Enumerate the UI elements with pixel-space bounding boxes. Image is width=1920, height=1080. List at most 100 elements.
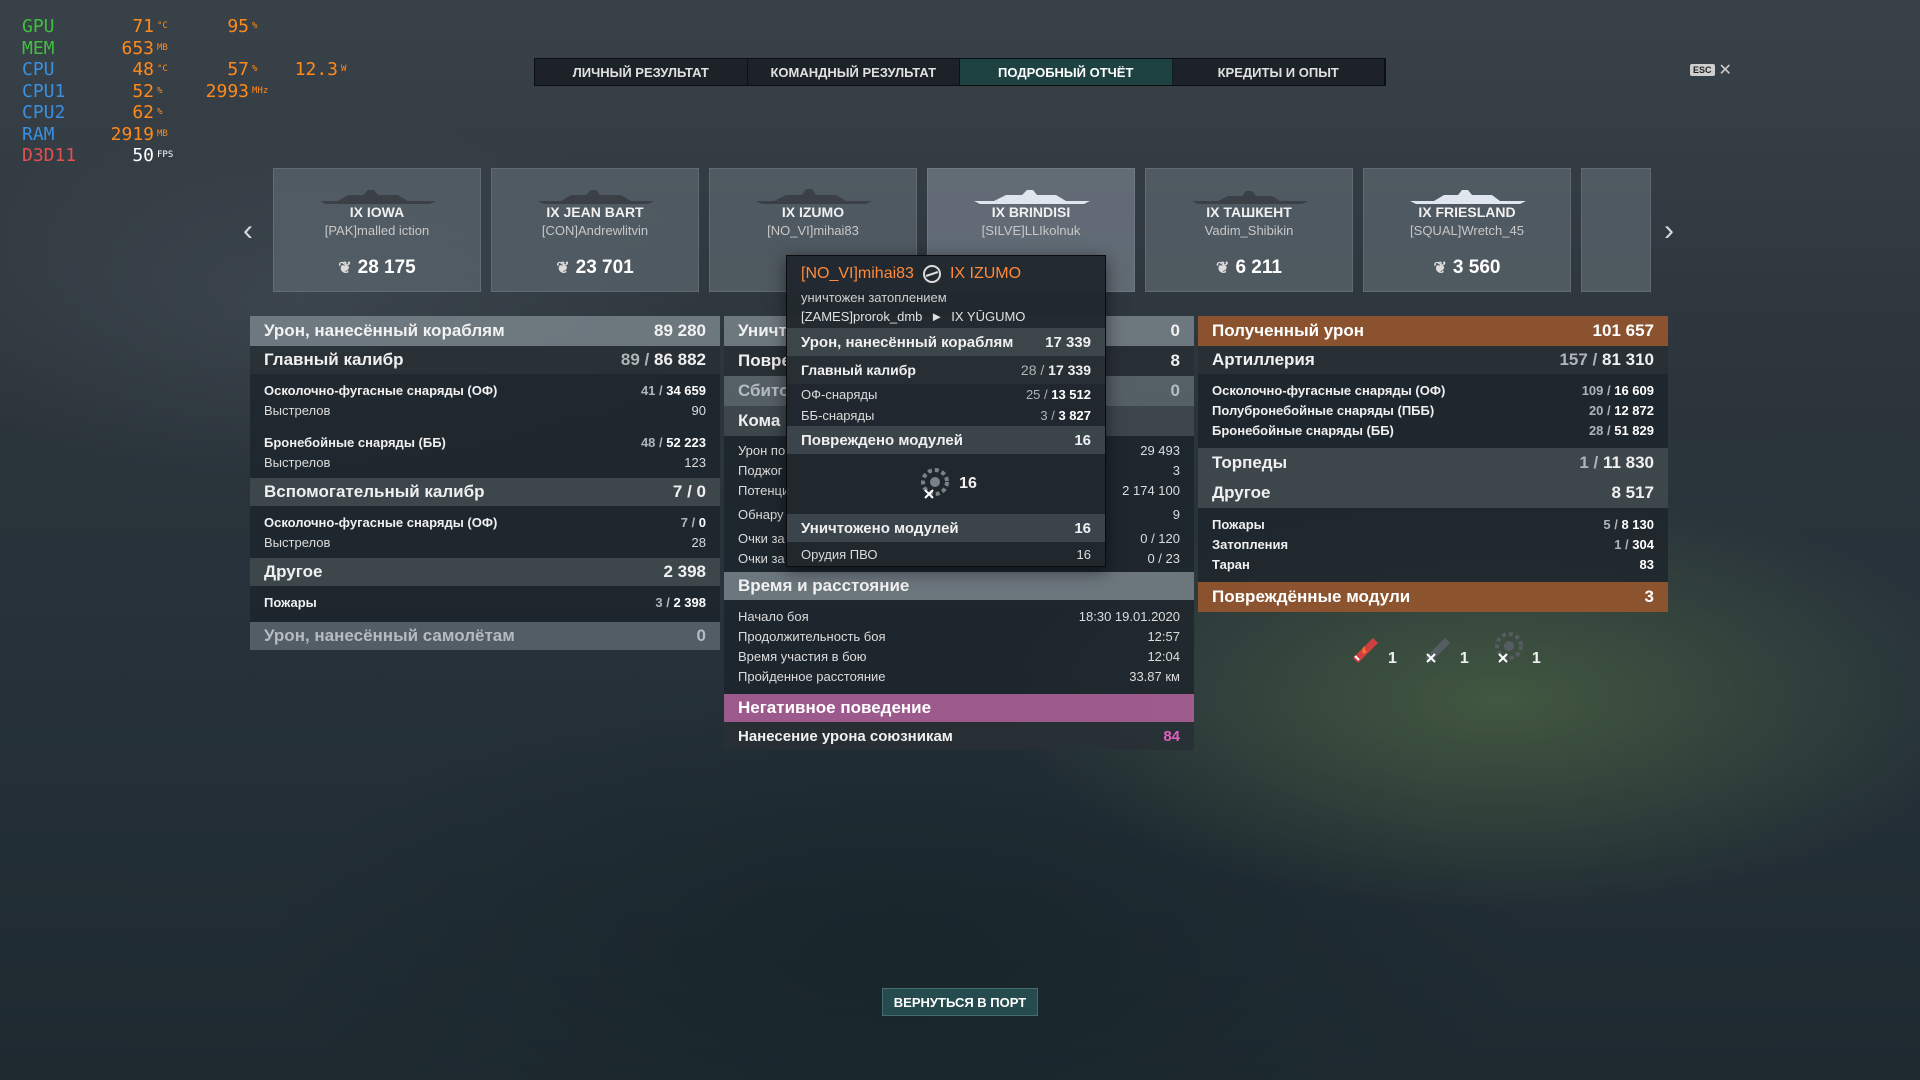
return-to-port-button[interactable]: ВЕРНУТЬСЯ В ПОРТ xyxy=(882,988,1038,1016)
osd-value: 95 xyxy=(227,16,249,37)
ship-card[interactable]: IX ТАШКЕНТ Vadim_Shibikin ❦ 6 211 xyxy=(1145,168,1353,292)
negative-behaviour-header: Негативное поведение xyxy=(724,694,1194,722)
osd-value: 52 xyxy=(132,80,154,102)
dealt-damage-panel: Урон, нанесённый кораблям 89 280 Главный … xyxy=(250,316,720,650)
stat-row: Осколочно-фугасные снаряды (ОФ) 7 / 0 xyxy=(250,512,720,532)
osd-unit: MB xyxy=(157,42,168,53)
ship-name: IX ТАШКЕНТ xyxy=(1206,204,1292,220)
stat-row: Пройденное расстояние 33.87 км xyxy=(724,666,1194,686)
ship-silhouette-icon xyxy=(756,189,872,204)
destroyer-class-icon: ► xyxy=(930,309,944,324)
osd-value: 50 xyxy=(132,145,154,166)
ship-score: 23 701 xyxy=(575,257,634,278)
tab-team-result[interactable]: КОМАНДНЫЙ РЕЗУЛЬТАТ xyxy=(748,59,960,85)
ship-card-partial[interactable] xyxy=(1581,168,1651,292)
panel-header: Полученный урон 101 657 xyxy=(1198,316,1668,346)
ship-name: IX JEAN BART xyxy=(546,204,644,220)
osd-value: 2993 xyxy=(205,80,249,102)
tab-detailed-report[interactable]: ПОДРОБНЫЙ ОТЧЁТ xyxy=(960,59,1173,85)
osd-value: 12.3 xyxy=(294,59,338,80)
osd-row-ram: RAM 2919 MB xyxy=(22,124,371,146)
stat-row: Время участия в бою 12:04 xyxy=(724,646,1194,666)
ship-silhouette-icon xyxy=(1192,191,1308,204)
osd-unit: % xyxy=(252,64,258,74)
tooltip-damaged-modules: Повреждено модулей 16 xyxy=(787,426,1105,454)
killer-name: [ZAMES]prorok_dmb xyxy=(801,309,923,324)
stat-row: Орудия ПВО 16 xyxy=(787,542,1105,566)
osd-label: CPU1 xyxy=(22,80,66,102)
main-battery-row: Главный калибр 89 / 86 882 xyxy=(250,346,720,374)
torpedoes-row: Торпеды 1 / 11 830 xyxy=(1198,448,1668,478)
osd-unit: W xyxy=(341,64,347,74)
osd-unit: % xyxy=(252,21,258,31)
player-name: [PAK]malled iction xyxy=(324,223,430,238)
tooltip-module-icon: 16 xyxy=(787,454,1105,514)
ship-silhouette-icon xyxy=(538,190,654,204)
tooltip-player-name: [NO_VI]mihai83 xyxy=(801,265,914,282)
laurel-icon: ❦ xyxy=(556,260,570,277)
stat-row: Выстрелов 28 xyxy=(250,532,720,552)
osd-unit: °C xyxy=(157,21,168,31)
ship-card[interactable]: IX FRIESLAND [SQUAL]Wretch_45 ❦ 3 560 xyxy=(1363,168,1571,292)
osd-label: CPU2 xyxy=(22,102,66,123)
tooltip-ship-name: IX IZUMO xyxy=(949,265,1022,282)
ship-class-icon xyxy=(922,265,941,283)
osd-unit: MHz xyxy=(252,85,269,96)
stat-row: Бронебойные снаряды (ББ) 48 / 52 223 xyxy=(250,432,720,452)
aa-destroyed-icon xyxy=(1494,632,1523,663)
ship-score: 3 560 xyxy=(1452,257,1501,278)
results-tabs: ЛИЧНЫЙ РЕЗУЛЬТАТ КОМАНДНЫЙ РЕЗУЛЬТАТ ПОД… xyxy=(534,58,1386,86)
osd-unit: % xyxy=(157,107,163,117)
stat-row: Полубронебойные снаряды (ПББ) 20 / 12 872 xyxy=(1198,400,1668,420)
artillery-row: Артиллерия 157 / 81 310 xyxy=(1198,346,1668,374)
gun-fire-icon xyxy=(1353,638,1378,663)
tooltip-damage-header: Урон, нанесённый кораблям 17 339 xyxy=(787,328,1105,356)
carousel-next-button[interactable]: › xyxy=(1664,214,1674,248)
osd-value: 62 xyxy=(132,102,154,123)
osd-value: 71 xyxy=(132,16,154,37)
secondary-battery-row: Вспомогательный калибр 7 / 0 xyxy=(250,478,720,506)
ship-name: IX IZUMO xyxy=(781,204,845,220)
player-tooltip: [NO_VI]mihai83 IX IZUMO уничтожен затопл… xyxy=(786,255,1106,567)
stat-row: Осколочно-фугасные снаряды (ОФ) 41 / 34 6… xyxy=(250,380,720,400)
laurel-icon: ❦ xyxy=(1216,260,1230,277)
osd-row-fps: D3D11 50 FPS xyxy=(22,145,371,167)
osd-value: 57 xyxy=(227,59,249,80)
osd-unit: FPS xyxy=(157,150,174,160)
module-item: 1 xyxy=(1345,628,1397,668)
stat-row: ББ-снаряды 3 / 3 827 xyxy=(787,405,1105,426)
osd-row-cpu1: CPU1 52 % 2993 MHz xyxy=(22,81,371,103)
osd-label: CPU xyxy=(22,59,55,80)
stat-row: Начало боя 18:30 19.01.2020 xyxy=(724,606,1194,626)
laurel-icon: ❦ xyxy=(338,260,352,277)
osd-value: 653 xyxy=(121,37,154,59)
ship-silhouette-icon xyxy=(1410,190,1526,204)
tab-credits-xp[interactable]: КРЕДИТЫ И ОПЫТ xyxy=(1173,59,1385,85)
panel-header: Урон, нанесённый кораблям 89 280 xyxy=(250,316,720,346)
osd-unit: °C xyxy=(157,64,168,74)
close-icon: ✕ xyxy=(1718,62,1732,79)
module-item: 1 xyxy=(1489,628,1541,668)
damaged-modules-list: 1 1 1 xyxy=(1345,628,1541,668)
damaged-modules-header: Повреждённые модули 3 xyxy=(1198,582,1668,612)
tooltip-destroyed-modules: Уничтожено модулей 16 xyxy=(787,514,1105,542)
hardware-monitor-overlay: GPU 71 °C 95 % MEM 653 MB CPU 48 °C 57 %… xyxy=(22,16,371,167)
killer-ship: IX YŪGUMO xyxy=(951,309,1026,324)
osd-row-gpu: GPU 71 °C 95 % xyxy=(22,16,371,38)
carousel-prev-button[interactable]: ‹ xyxy=(243,214,253,248)
osd-label: MEM xyxy=(22,37,55,59)
osd-value: 2919 xyxy=(110,123,154,145)
close-button[interactable]: ESC ✕ xyxy=(1690,60,1732,80)
module-item: 1 xyxy=(1417,628,1469,668)
stat-row: Пожары 5 / 8 130 xyxy=(1198,514,1668,534)
osd-label: D3D11 xyxy=(22,145,77,166)
osd-row-cpu2: CPU2 62 % xyxy=(22,102,371,124)
stat-row: Таран 83 xyxy=(1198,554,1668,574)
death-reason: уничтожен затоплением xyxy=(801,290,947,305)
tab-personal-result[interactable]: ЛИЧНЫЙ РЕЗУЛЬТАТ xyxy=(535,59,748,85)
ship-card[interactable]: IX IOWA [PAK]malled iction ❦ 28 175 xyxy=(273,168,481,292)
received-damage-panel: Полученный урон 101 657 Артиллерия 157 / 8… xyxy=(1198,316,1668,612)
ship-score: 6 211 xyxy=(1235,257,1282,278)
ship-card[interactable]: IX JEAN BART [CON]Andrewlitvin ❦ 23 701 xyxy=(491,168,699,292)
osd-label: GPU xyxy=(22,16,55,37)
